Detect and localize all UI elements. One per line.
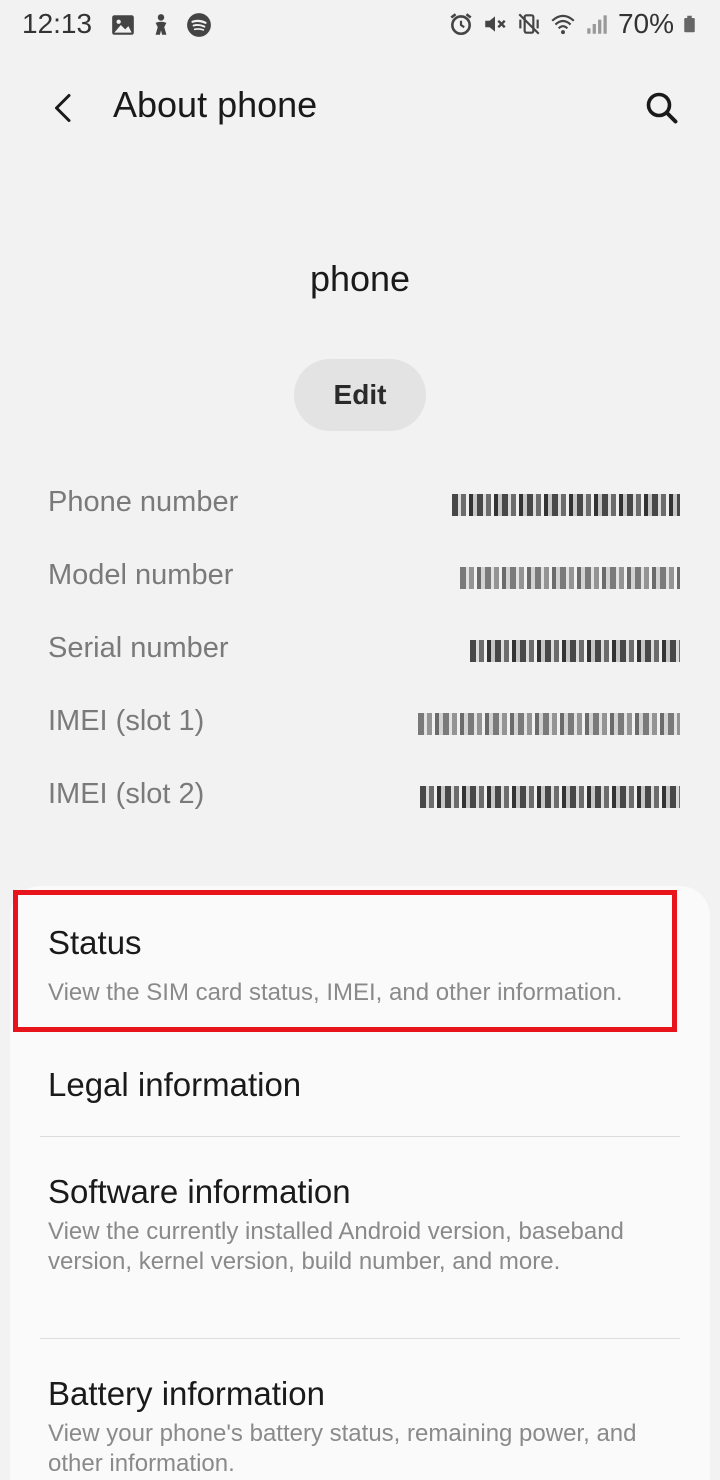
app-bar: About phone <box>0 62 720 152</box>
device-name: phone <box>309 258 411 299</box>
menu-item-title: Battery information <box>48 1375 325 1412</box>
redacted-imei-2 <box>420 782 680 812</box>
system-icons: 70% <box>448 8 700 40</box>
info-row-serial-number: Serial number <box>0 614 720 687</box>
wifi-icon <box>551 14 575 35</box>
status-time: 12:13 <box>22 8 93 39</box>
redacted-phone-number <box>452 490 680 520</box>
info-row-phone-number: Phone number <box>0 468 720 541</box>
menu-item-summary: View the SIM card status, IMEI, and othe… <box>48 979 623 1006</box>
info-label: IMEI (slot 2) <box>48 778 205 810</box>
settings-card: Status View the SIM card status, IMEI, a… <box>10 886 710 1480</box>
battery-percentage: 70% <box>617 8 674 39</box>
spotify-icon <box>187 13 211 37</box>
signal-icon <box>587 15 607 34</box>
accessibility-icon <box>155 14 167 35</box>
menu-item-status[interactable]: Status View the SIM card status, IMEI, a… <box>10 896 710 1038</box>
back-arrow-icon <box>55 94 71 122</box>
battery-icon <box>684 15 695 33</box>
info-label: Phone number <box>48 486 239 518</box>
notification-icons <box>110 12 212 38</box>
menu-item-summary: View the currently installed Android ver… <box>48 1218 624 1275</box>
search-button[interactable] <box>634 80 690 136</box>
menu-item-title: Status <box>48 924 142 961</box>
page-title: About phone <box>113 84 318 125</box>
info-label: Model number <box>48 559 234 591</box>
menu-item-title: Software information <box>48 1173 351 1210</box>
redacted-model-number <box>460 563 680 593</box>
info-row-imei-slot-1: IMEI (slot 1) <box>0 687 720 760</box>
status-bar: 12:13 70% <box>0 0 720 50</box>
redacted-imei-1 <box>418 709 680 739</box>
menu-item-battery-information[interactable]: Battery information View your phone's ba… <box>10 1339 710 1480</box>
back-button[interactable] <box>36 80 92 136</box>
search-icon <box>646 92 678 124</box>
info-label: Serial number <box>48 632 229 664</box>
alarm-icon <box>450 13 472 36</box>
info-row-model-number: Model number <box>0 541 720 614</box>
mute-icon <box>485 16 506 32</box>
about-phone-screen: 12:13 70% About phone phone Edit Phone n… <box>0 0 720 1480</box>
menu-item-software-information[interactable]: Software information View the currently … <box>10 1137 710 1337</box>
device-info-list: Phone number Model number Serial number … <box>0 468 720 833</box>
menu-item-title: Legal information <box>48 1066 302 1103</box>
gallery-icon <box>112 15 134 35</box>
redacted-serial-number <box>470 636 680 666</box>
vibrate-icon <box>518 13 540 35</box>
info-label: IMEI (slot 1) <box>48 705 205 737</box>
menu-item-summary: View your phone's battery status, remain… <box>48 1420 637 1477</box>
menu-item-legal-information[interactable]: Legal information <box>10 1038 710 1136</box>
edit-button[interactable]: Edit <box>294 359 426 431</box>
info-row-imei-slot-2: IMEI (slot 2) <box>0 760 720 833</box>
